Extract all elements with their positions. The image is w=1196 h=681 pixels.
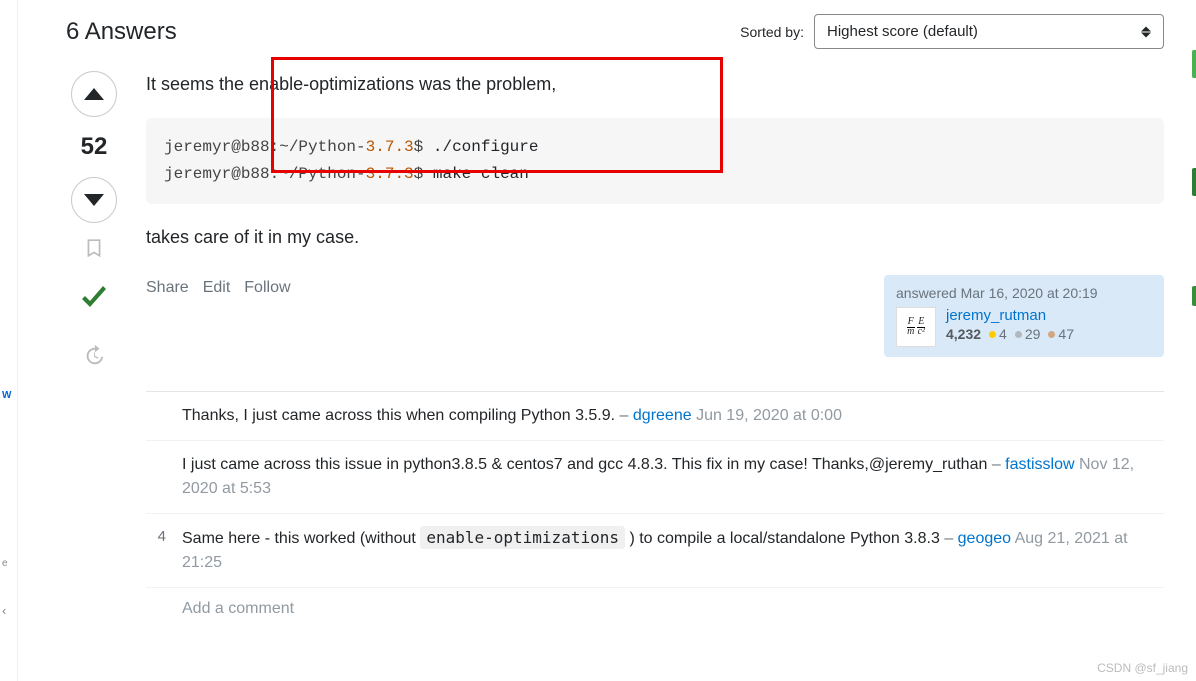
- answered-time: answered Mar 16, 2020 at 20:19: [896, 285, 1152, 301]
- bronze-badge-icon: [1048, 331, 1055, 338]
- follow-link[interactable]: Follow: [244, 279, 290, 297]
- caret-down-icon: [84, 194, 104, 206]
- comment-score: [146, 404, 166, 428]
- comment-score: [146, 453, 166, 501]
- answers-count-title: 6 Answers: [66, 18, 177, 46]
- gutter-marker: W: [2, 390, 11, 401]
- answer-actions: Share Edit Follow: [146, 279, 884, 297]
- right-tabs: [1192, 50, 1196, 396]
- upvote-button[interactable]: [71, 71, 117, 117]
- comment-user-link[interactable]: fastisslow: [1005, 456, 1074, 473]
- comments-list: Thanks, I just came across this when com…: [146, 391, 1164, 588]
- comment-date: Jun 19, 2020 at 0:00: [696, 407, 842, 424]
- comment-body: I just came across this issue in python3…: [182, 456, 987, 473]
- add-comment-link[interactable]: Add a comment: [146, 588, 1164, 618]
- sort-select[interactable]: Highest score (default): [814, 14, 1164, 49]
- left-gutter: W e ‹: [0, 0, 18, 681]
- user-card: answered Mar 16, 2020 at 20:19 Fm Ec² je…: [884, 275, 1164, 357]
- answer-paragraph: takes care of it in my case.: [146, 224, 1164, 251]
- comment-score: 4: [146, 526, 166, 575]
- vote-score: 52: [81, 133, 108, 161]
- accepted-check-icon: [76, 281, 112, 321]
- comment: 4 Same here - this worked (without enabl…: [146, 514, 1164, 588]
- comment-user-link[interactable]: geogeo: [958, 530, 1011, 547]
- answer-paragraph: It seems the enable-optimizations was th…: [146, 71, 1164, 98]
- user-stats: 4,232 4 29 47: [946, 326, 1074, 342]
- comment: I just came across this issue in python3…: [146, 441, 1164, 514]
- user-link[interactable]: jeremy_rutman: [946, 307, 1074, 324]
- comment-body: Thanks, I just came across this when com…: [182, 407, 615, 424]
- side-tab[interactable]: [1192, 50, 1196, 78]
- caret-up-icon: [84, 88, 104, 100]
- gold-badge-icon: [989, 331, 996, 338]
- sorted-by-label: Sorted by:: [740, 24, 804, 40]
- vote-column: 52: [66, 71, 122, 618]
- sort-selected-value: Highest score (default): [827, 23, 978, 40]
- avatar[interactable]: Fm Ec²: [896, 307, 936, 347]
- comment-body-post: ) to compile a local/standalone Python 3…: [629, 530, 939, 547]
- reputation: 4,232: [946, 326, 981, 342]
- downvote-button[interactable]: [71, 177, 117, 223]
- inline-code: enable-optimizations: [420, 526, 625, 549]
- chevron-updown-icon: [1141, 26, 1151, 37]
- answers-header: 6 Answers Sorted by: Highest score (defa…: [66, 0, 1164, 71]
- watermark: CSDN @sf_jiang: [1097, 661, 1188, 675]
- share-link[interactable]: Share: [146, 279, 189, 297]
- edit-link[interactable]: Edit: [203, 279, 231, 297]
- side-tab[interactable]: [1192, 286, 1196, 306]
- gutter-marker: ‹: [2, 603, 6, 618]
- history-icon[interactable]: [83, 345, 105, 371]
- comment-user-link[interactable]: dgreene: [633, 407, 692, 424]
- comment-body-pre: Same here - this worked (without: [182, 530, 420, 547]
- silver-badge-icon: [1015, 331, 1022, 338]
- comment: Thanks, I just came across this when com…: [146, 392, 1164, 441]
- bookmark-icon[interactable]: [84, 237, 104, 263]
- gutter-marker: e: [2, 558, 8, 569]
- code-block: jeremyr@b88:~/Python-3.7.3$ ./configure …: [146, 118, 1164, 204]
- side-tab[interactable]: [1192, 168, 1196, 196]
